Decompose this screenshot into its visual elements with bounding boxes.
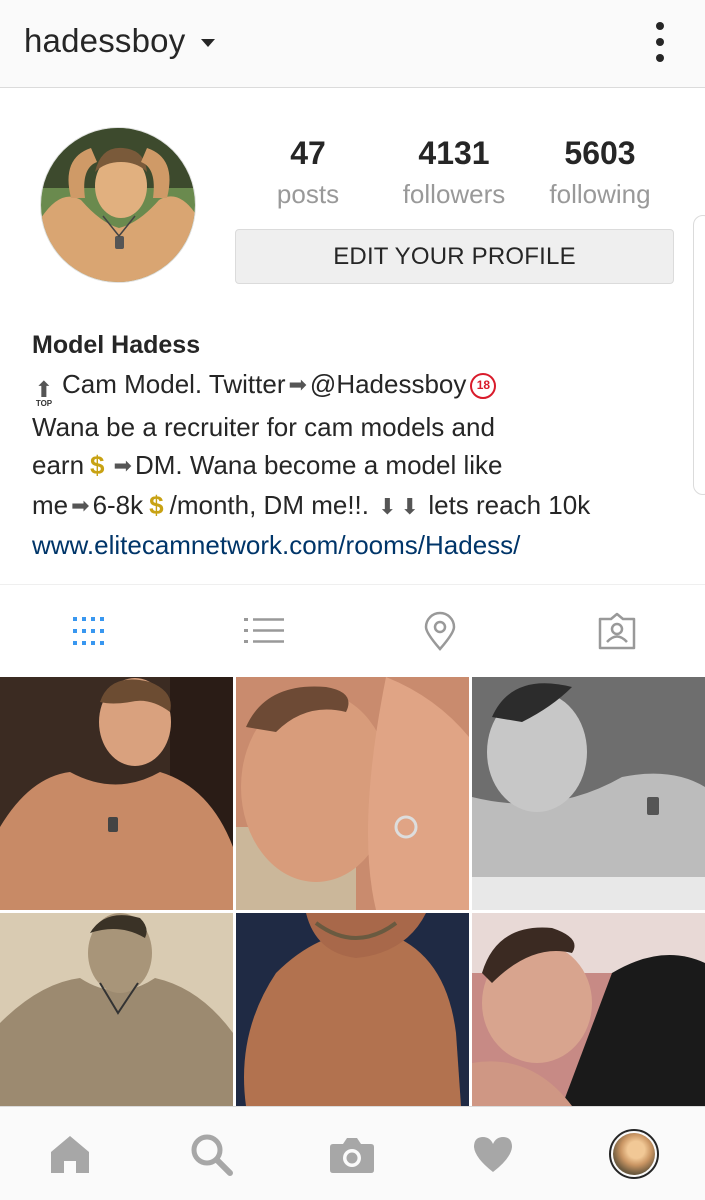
grid-photo[interactable]: [236, 677, 469, 910]
right-arrow-icon: ➡: [71, 492, 90, 518]
bio-line-1: ⬆ TOP Cam Model. Twitter ➡ @Hadessboy 18: [32, 365, 692, 408]
bio-line-3: earn $ ➡ DM. Wana become a model like: [32, 446, 692, 486]
profile-avatar-icon: [609, 1129, 659, 1179]
display-name: Model Hadess: [32, 331, 201, 359]
stat-posts[interactable]: 47 posts: [238, 132, 378, 214]
grid-photo[interactable]: [0, 913, 233, 1106]
right-arrow-icon: ➡: [288, 371, 307, 397]
down-arrow-icon: ⬇: [378, 493, 397, 519]
tab-grid[interactable]: [64, 607, 112, 655]
nav-profile[interactable]: [609, 1129, 659, 1179]
more-options-icon[interactable]: [653, 22, 667, 62]
bio-website-link[interactable]: www.elitecamnetwork.com/rooms/Hadess/: [32, 526, 692, 565]
bottom-navigation: [0, 1106, 705, 1200]
top-arrow-icon: ⬆ TOP: [34, 376, 54, 408]
down-arrow-icon: ⬇: [400, 493, 420, 519]
twitter-handle: @Hadessboy: [309, 368, 467, 399]
stat-followers[interactable]: 4131 followers: [384, 132, 524, 214]
profile-avatar[interactable]: [40, 127, 196, 283]
right-arrow-icon: ➡: [113, 453, 132, 478]
account-switcher[interactable]: hadessboy: [24, 22, 216, 60]
heart-icon: [474, 1137, 512, 1172]
grid-photo[interactable]: [236, 913, 469, 1106]
search-icon: [191, 1134, 233, 1176]
followers-label: followers: [402, 179, 506, 209]
profile-stats: 47 posts 4131 followers 5603 following: [235, 132, 675, 222]
following-label: following: [549, 179, 651, 209]
age-18-badge-icon: 18: [470, 372, 497, 399]
scroll-indicator: [693, 215, 705, 495]
grid-photo[interactable]: [472, 913, 705, 1106]
bio-line-4: me ➡ 6-8k $/month, DM me!!. ⬇ ⬇ lets reach 1…: [32, 486, 692, 527]
tab-tagged[interactable]: [593, 607, 641, 655]
dollar-icon: $: [90, 450, 105, 480]
nav-activity[interactable]: [468, 1129, 518, 1179]
home-icon: [51, 1136, 89, 1173]
chevron-down-icon: [201, 39, 216, 47]
posts-label: posts: [276, 179, 340, 209]
tab-map[interactable]: [416, 607, 464, 655]
camera-icon: [330, 1138, 374, 1173]
tagged-user-icon: [598, 612, 636, 650]
nav-camera[interactable]: [327, 1129, 377, 1179]
nav-search[interactable]: [186, 1129, 236, 1179]
dollar-icon: $: [149, 489, 164, 520]
followers-count: 4131: [418, 135, 490, 171]
username-title: hadessboy: [24, 22, 186, 59]
nav-home[interactable]: [45, 1129, 95, 1179]
grid-icon: [73, 617, 104, 645]
following-count: 5603: [564, 135, 636, 171]
grid-photo[interactable]: [472, 677, 705, 910]
bio-line-2: Wana be a recruiter for cam models and: [32, 411, 495, 442]
posts-count: 47: [290, 135, 326, 171]
grid-photo[interactable]: [0, 677, 233, 910]
edit-profile-button[interactable]: EDIT YOUR PROFILE: [235, 229, 674, 284]
list-icon: [244, 618, 284, 643]
location-pin-icon: [424, 611, 456, 651]
stat-following[interactable]: 5603 following: [530, 132, 670, 214]
top-bar: hadessboy: [0, 0, 705, 88]
tab-list[interactable]: [240, 607, 288, 655]
profile-bio: Model Hadess ⬆ TOP Cam Model. Twitter ➡ @Had…: [32, 326, 692, 565]
profile-view-tabs: [0, 584, 705, 676]
